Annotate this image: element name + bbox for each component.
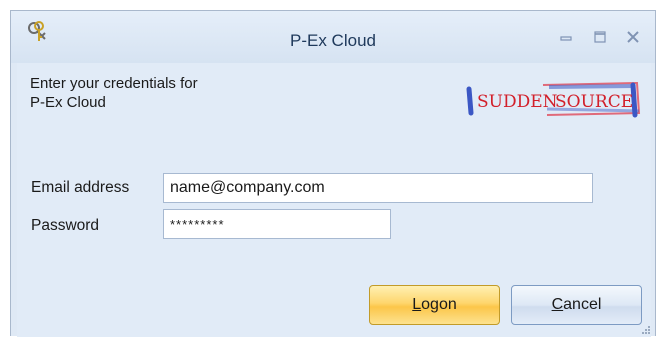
cancel-label-rest: ancel <box>563 296 602 313</box>
cancel-mnemonic: C <box>551 296 564 313</box>
title-bar[interactable]: P-Ex Cloud <box>11 11 655 63</box>
password-field[interactable] <box>163 209 391 239</box>
logon-label-rest: ogon <box>421 296 457 313</box>
logon-mnemonic: L <box>412 296 422 313</box>
logon-button[interactable]: Logon <box>369 285 500 325</box>
password-label: Password <box>31 217 100 234</box>
maximize-icon[interactable] <box>591 29 609 45</box>
cancel-button[interactable]: Cancel <box>511 285 642 325</box>
minimize-icon[interactable] <box>557 29 575 45</box>
email-label: Email address <box>31 179 130 196</box>
logo-text-right: SOURCE <box>555 92 633 112</box>
intro-text: Enter your credentials for P-Ex Cloud <box>30 75 198 111</box>
logon-dialog: P-Ex Cloud Enter your credentials for P-… <box>10 10 656 337</box>
resize-grip-icon[interactable] <box>641 325 651 335</box>
dialog-body: Enter your credentials for P-Ex Cloud SU… <box>17 63 651 337</box>
logo-text-left: SUDDEN <box>477 92 558 112</box>
close-icon[interactable] <box>624 29 642 45</box>
sudden-source-logo: SUDDEN SOURCE <box>466 81 641 118</box>
email-field[interactable] <box>163 173 593 203</box>
